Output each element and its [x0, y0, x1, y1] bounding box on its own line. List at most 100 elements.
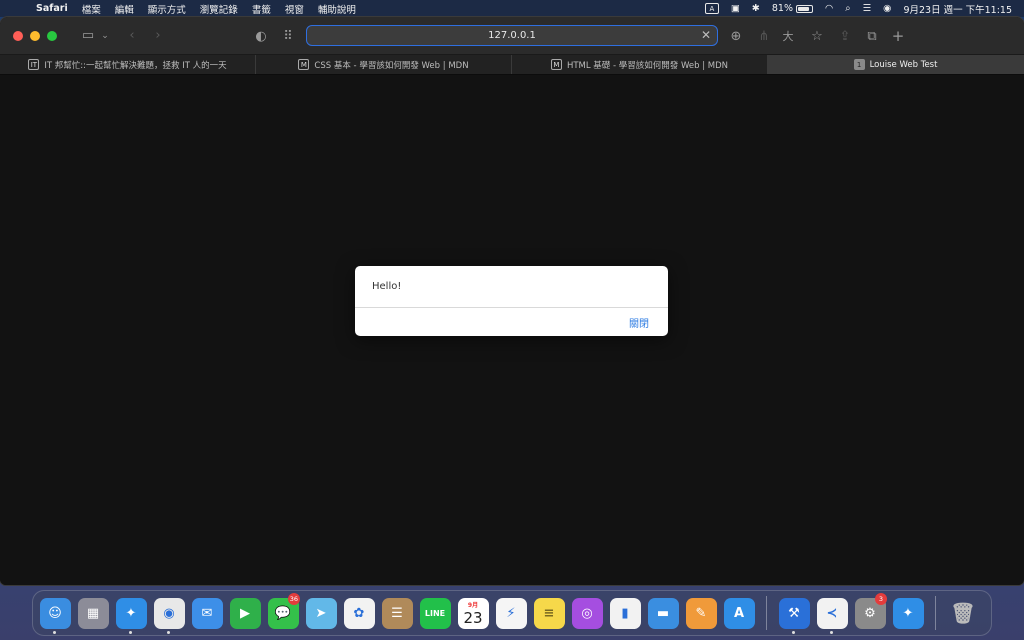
mail-icon: ✉: [191, 597, 223, 629]
translate-icon[interactable]: 大: [777, 25, 799, 47]
new-tab-icon[interactable]: +: [887, 25, 909, 47]
control-center-icon[interactable]: ☰: [863, 3, 872, 14]
calendar-icon: 9月 23: [457, 597, 489, 629]
dock-app-safari-downloads[interactable]: ✦: [889, 594, 927, 632]
dock-app-safari[interactable]: ✦: [112, 594, 150, 634]
menu-history[interactable]: 瀏覽記錄: [200, 2, 238, 16]
tab-louise-web-test[interactable]: 1 Louise Web Test: [768, 55, 1024, 74]
messenger-icon: ⚡: [495, 597, 527, 629]
tab-favicon: M: [550, 59, 562, 70]
notification-badge: 3: [875, 593, 887, 605]
close-window-button[interactable]: [13, 30, 23, 41]
alert-message: Hello!: [355, 266, 668, 308]
safari-window: ▭ ⌄ ‹ › ◐ ⠿ 127.0.0.1 ✕ ⊕ ⋔ 大 ☆ ⇪ ⧉ + IT…: [0, 17, 1024, 585]
dock-app-facetime[interactable]: ▶: [226, 594, 264, 632]
menu-bookmarks[interactable]: 書籤: [252, 2, 271, 16]
menu-window[interactable]: 視窗: [285, 2, 304, 16]
display-icon[interactable]: ▣: [731, 3, 740, 14]
dock-app-mail[interactable]: ✉: [188, 594, 226, 632]
extension-icon[interactable]: ⋔: [753, 25, 775, 47]
facetime-icon: ▶: [229, 597, 261, 629]
alert-close-button[interactable]: 關閉: [629, 315, 649, 330]
zoom-window-button[interactable]: [47, 30, 57, 41]
menu-bar: Safari 檔案 編輯 顯示方式 瀏覽記錄 書籤 視窗 輔助說明 A ▣ ✱ …: [0, 0, 1024, 17]
running-indicator: [830, 631, 833, 634]
tab-favicon: M: [298, 59, 310, 70]
notification-badge: 36: [287, 593, 300, 605]
contacts-icon: ☰: [381, 597, 413, 629]
bookmark-star-icon[interactable]: ☆: [806, 25, 828, 47]
dock-app-contacts[interactable]: ☰: [378, 594, 416, 632]
input-source-icon[interactable]: A: [704, 3, 719, 14]
dock-app-system-preferences[interactable]: ⚙ 3: [851, 593, 889, 632]
start-page-grid-icon[interactable]: ⠿: [277, 25, 299, 47]
dock-app-vscode[interactable]: ≺: [813, 594, 851, 634]
safari-downloads-icon: ✦: [892, 597, 924, 629]
tab-mdn-html[interactable]: M HTML 基礎 - 學習該如何開發 Web | MDN: [512, 55, 768, 74]
vscode-icon: ≺: [816, 597, 848, 629]
privacy-report-icon[interactable]: ◐: [250, 25, 272, 47]
share-icon[interactable]: ⇪: [834, 25, 856, 47]
dock-app-line[interactable]: LINE: [416, 594, 454, 632]
dock-app-finder[interactable]: ☺: [36, 594, 74, 634]
back-button[interactable]: ‹: [121, 25, 143, 47]
dock-app-messenger[interactable]: ⚡: [492, 594, 530, 632]
dock-app-keynote[interactable]: ▬: [644, 594, 682, 632]
menu-clock[interactable]: 9月23日 週一 下午11:15: [903, 2, 1012, 16]
battery-indicator[interactable]: 81%: [772, 3, 813, 14]
tab-label: IT 邦幫忙::一起幫忙解決難題，拯救 IT 人的一天: [44, 60, 227, 71]
spotlight-search-icon[interactable]: ⌕: [845, 3, 850, 14]
maps-icon: ➤: [305, 597, 337, 629]
browser-toolbar: ▭ ⌄ ‹ › ◐ ⠿ 127.0.0.1 ✕ ⊕ ⋔ 大 ☆ ⇪ ⧉ +: [0, 17, 1024, 55]
forward-button[interactable]: ›: [147, 25, 169, 47]
photos-icon: ✿: [343, 597, 375, 629]
podcasts-icon: ◎: [571, 597, 603, 629]
dock-app-maps[interactable]: ➤: [302, 594, 340, 632]
address-bar[interactable]: 127.0.0.1 ✕: [306, 25, 718, 46]
bluetooth-icon[interactable]: ✱: [752, 3, 760, 14]
tab-it-ironman[interactable]: IT IT 邦幫忙::一起幫忙解決難題，拯救 IT 人的一天: [0, 55, 256, 74]
menu-view[interactable]: 顯示方式: [148, 2, 186, 16]
running-indicator: [53, 631, 56, 634]
sidebar-toggle-icon[interactable]: ▭: [77, 25, 99, 47]
battery-icon: [795, 4, 813, 13]
tab-mdn-css[interactable]: M CSS 基本 - 學習該如何開發 Web | MDN: [256, 55, 512, 74]
wifi-icon[interactable]: ◠: [825, 3, 833, 14]
calendar-day: 23: [463, 608, 483, 627]
dock-app-trash[interactable]: 🗑: [944, 594, 982, 632]
minimize-window-button[interactable]: [30, 30, 40, 41]
dock-app-messages[interactable]: 💬 36: [264, 593, 302, 632]
dock-app-calendar[interactable]: 9月 23: [454, 594, 492, 632]
menu-app-name[interactable]: Safari: [36, 3, 68, 14]
dock-app-chrome[interactable]: ◉: [150, 594, 188, 634]
menu-edit[interactable]: 編輯: [115, 2, 134, 16]
siri-icon[interactable]: ◉: [883, 3, 891, 14]
menu-file[interactable]: 檔案: [82, 2, 101, 16]
chevron-down-icon[interactable]: ⌄: [99, 25, 111, 47]
dock-app-xcode[interactable]: ⚒: [775, 594, 813, 634]
battery-percent: 81%: [771, 3, 793, 14]
menu-help[interactable]: 輔助說明: [318, 2, 356, 16]
chrome-icon: ◉: [153, 597, 185, 629]
tab-overview-icon[interactable]: ⧉: [861, 25, 883, 47]
xcode-icon: ⚒: [778, 597, 810, 629]
alert-dialog: Hello! 關閉: [355, 266, 668, 336]
line-icon: LINE: [419, 597, 451, 629]
downloads-icon[interactable]: ⊕: [725, 25, 747, 47]
dock-app-photos[interactable]: ✿: [340, 594, 378, 632]
dock-app-notes[interactable]: ≡: [530, 594, 568, 632]
tab-favicon: 1: [853, 59, 865, 70]
finder-icon: ☺: [39, 597, 71, 629]
dock-app-numbers[interactable]: ▮: [606, 594, 644, 632]
running-indicator: [129, 631, 132, 634]
numbers-icon: ▮: [609, 597, 641, 629]
dock-app-launchpad[interactable]: ▦: [74, 594, 112, 632]
running-indicator: [792, 631, 795, 634]
dock-app-app-store[interactable]: A: [720, 594, 758, 632]
dock-app-podcasts[interactable]: ◎: [568, 594, 606, 632]
clear-address-icon[interactable]: ✕: [701, 28, 711, 42]
running-indicator: [167, 631, 170, 634]
dock-app-pages[interactable]: ✎: [682, 594, 720, 632]
keynote-icon: ▬: [647, 597, 679, 629]
launchpad-icon: ▦: [77, 597, 109, 629]
